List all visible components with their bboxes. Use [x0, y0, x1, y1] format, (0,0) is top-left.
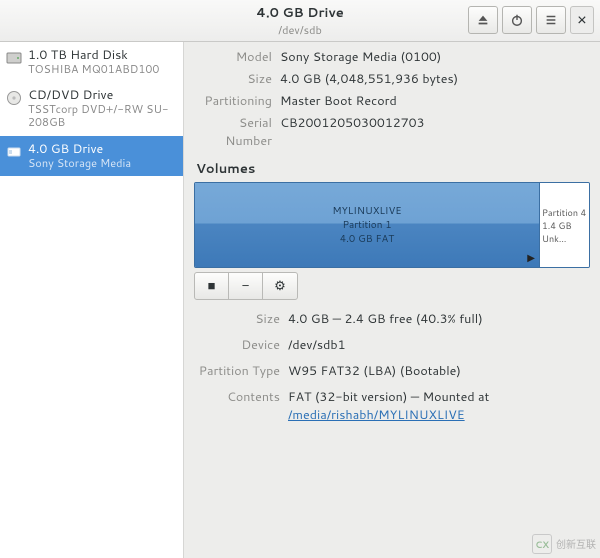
volume-map: MYLINUXLIVE Partition 1 4.0 GB FAT ▶ Par…	[194, 182, 590, 268]
device-sidebar: 1.0 TB Hard Disk TOSHIBA MQ01ABD100 CD/D…	[0, 42, 184, 558]
label-vol-size: Size	[194, 310, 280, 328]
menu-button[interactable]	[536, 6, 566, 34]
label-model: Model	[194, 48, 272, 66]
volume-toolbar: ■ − ⚙	[194, 272, 298, 300]
device-item-usb[interactable]: 4.0 GB Drive Sony Storage Media	[0, 136, 183, 176]
partition-name: MYLINUXLIVE	[332, 204, 401, 218]
partition-options-button[interactable]: ⚙	[263, 273, 297, 299]
volume-detail: Size 4.0 GB — 2.4 GB free (40.3% full) D…	[194, 310, 590, 424]
value-vol-ptype: W95 FAT32 (LBA) (Bootable)	[288, 362, 590, 380]
watermark-logo: CX	[532, 534, 552, 554]
device-sub: TSSTcorp DVD+/-RW SU-208GB	[28, 103, 175, 129]
unmount-button[interactable]: ■	[195, 273, 229, 299]
usb-icon	[6, 144, 22, 160]
value-vol-contents: FAT (32-bit version) — Mounted at /media…	[288, 388, 590, 424]
value-vol-device: /dev/sdb1	[288, 336, 590, 354]
label-serial: Serial Number	[194, 114, 272, 150]
partition-line2: Partition 1	[342, 218, 391, 232]
close-button[interactable]: ×	[570, 6, 594, 34]
device-item-hdd[interactable]: 1.0 TB Hard Disk TOSHIBA MQ01ABD100	[0, 42, 183, 82]
partition-line3: 4.0 GB FAT	[340, 232, 394, 246]
delete-partition-button[interactable]: −	[229, 273, 263, 299]
volumes-heading: Volumes	[196, 160, 590, 178]
label-vol-ptype: Partition Type	[194, 362, 280, 380]
device-sub: Sony Storage Media	[28, 157, 175, 170]
partition-main[interactable]: MYLINUXLIVE Partition 1 4.0 GB FAT ▶	[195, 183, 539, 267]
device-item-optical[interactable]: CD/DVD Drive TSSTcorp DVD+/-RW SU-208GB	[0, 82, 183, 135]
play-icon: ▶	[527, 251, 535, 265]
label-size: Size	[194, 70, 272, 88]
gear-icon: ⚙	[274, 277, 286, 295]
power-icon	[510, 13, 524, 27]
partition-small-line2: 1.4 GB Unk…	[542, 219, 589, 245]
label-vol-device: Device	[194, 336, 280, 354]
mount-point-link[interactable]: /media/rishabh/MYLINUXLIVE	[288, 406, 465, 424]
watermark-text: 创新互联	[556, 536, 596, 552]
window-header: 4.0 GB Drive /dev/sdb ×	[0, 0, 600, 42]
content-area: 1.0 TB Hard Disk TOSHIBA MQ01ABD100 CD/D…	[0, 42, 600, 558]
watermark: CX 创新互联	[532, 534, 596, 554]
partition-small-name: Partition 4	[542, 206, 586, 219]
eject-button[interactable]	[468, 6, 498, 34]
label-partitioning: Partitioning	[194, 92, 272, 110]
minus-icon: −	[242, 277, 250, 295]
contents-prefix: FAT (32-bit version) — Mounted at	[288, 388, 489, 406]
eject-icon	[476, 13, 490, 27]
stop-icon: ■	[208, 277, 216, 295]
device-sub: TOSHIBA MQ01ABD100	[28, 63, 175, 76]
header-buttons: ×	[468, 6, 594, 34]
main-panel: Model Sony Storage Media (0100) Size 4.0…	[184, 42, 600, 558]
drive-info: Model Sony Storage Media (0100) Size 4.0…	[194, 48, 590, 150]
value-vol-size: 4.0 GB — 2.4 GB free (40.3% full)	[288, 310, 590, 328]
value-size: 4.0 GB (4,048,551,936 bytes)	[280, 70, 590, 88]
value-model: Sony Storage Media (0100)	[280, 48, 590, 66]
label-vol-contents: Contents	[194, 388, 280, 424]
hdd-icon	[6, 50, 22, 66]
close-icon: ×	[577, 12, 587, 28]
value-partitioning: Master Boot Record	[280, 92, 590, 110]
hamburger-icon	[544, 13, 558, 27]
power-button[interactable]	[502, 6, 532, 34]
value-serial: CB2001205030012703	[280, 114, 590, 150]
optical-icon	[6, 90, 22, 106]
partition-small[interactable]: Partition 4 1.4 GB Unk…	[539, 183, 589, 267]
